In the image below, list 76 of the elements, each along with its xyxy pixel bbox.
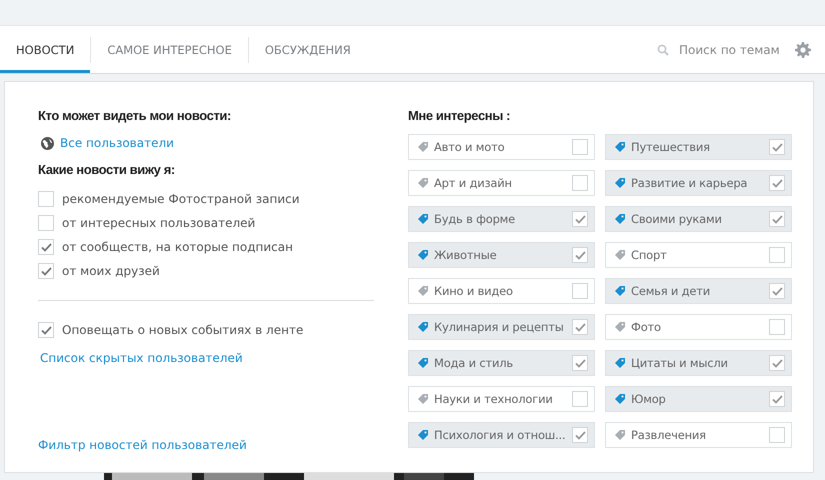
- tag-icon: [615, 430, 625, 440]
- filter-link[interactable]: Фильтр новостей пользователей: [38, 438, 247, 452]
- topic-toggle[interactable]: Развлечения: [605, 422, 792, 448]
- checkbox[interactable]: [769, 355, 785, 371]
- topic-toggle[interactable]: Арт и дизайн: [408, 170, 595, 196]
- globe-icon: [41, 136, 54, 150]
- checkbox[interactable]: [572, 211, 588, 227]
- tag-icon: [615, 286, 625, 296]
- topic-toggle[interactable]: Науки и технологии: [408, 386, 595, 412]
- checkbox-label: от сообществ, на которые подписан: [62, 240, 293, 254]
- checkbox[interactable]: [38, 239, 54, 255]
- visibility-link[interactable]: Все пользователи: [60, 136, 174, 150]
- topic-toggle[interactable]: Фото: [605, 314, 792, 340]
- checkbox[interactable]: [572, 283, 588, 299]
- tag-icon: [418, 178, 428, 188]
- tag-icon: [418, 394, 428, 404]
- checkbox[interactable]: [769, 319, 785, 335]
- tag-icon: [615, 142, 625, 152]
- checkbox[interactable]: [38, 263, 54, 279]
- checkbox[interactable]: [769, 175, 785, 191]
- topic-toggle[interactable]: Спорт: [605, 242, 792, 268]
- tag-icon: [615, 250, 625, 260]
- topic-toggle[interactable]: Своими руками: [605, 206, 792, 232]
- tag-icon: [615, 322, 625, 332]
- checkbox[interactable]: [38, 191, 54, 207]
- search-icon: [657, 44, 669, 56]
- checkbox[interactable]: [769, 283, 785, 299]
- checkbox[interactable]: [769, 139, 785, 155]
- checkbox-label: Оповещать о новых событиях в ленте: [62, 323, 304, 337]
- topic-toggle[interactable]: Путешествия: [605, 134, 792, 160]
- tag-icon: [418, 286, 428, 296]
- section-heading: Кто может видеть мои новости:: [38, 108, 232, 123]
- tab[interactable]: НОВОСТИ: [0, 26, 90, 73]
- topic-toggle[interactable]: Животные: [408, 242, 595, 268]
- tab[interactable]: САМОЕ ИНТЕРЕСНОЕ: [91, 26, 248, 73]
- tag-icon: [418, 214, 428, 224]
- tag-icon: [418, 322, 428, 332]
- tag-icon: [615, 178, 625, 188]
- tag-icon: [418, 142, 428, 152]
- checkbox[interactable]: [38, 322, 54, 338]
- checkbox-label: от интересных пользователей: [62, 216, 256, 230]
- tag-icon: [615, 394, 625, 404]
- tag-icon: [418, 430, 428, 440]
- checkbox[interactable]: [769, 427, 785, 443]
- section-heading: Какие новости вижу я:: [38, 162, 176, 177]
- tab[interactable]: ОБСУЖДЕНИЯ: [248, 26, 367, 73]
- checkbox[interactable]: [572, 391, 588, 407]
- hidden-users-link[interactable]: Список скрытых пользователей: [40, 351, 243, 365]
- checkbox[interactable]: [572, 427, 588, 443]
- topic-toggle[interactable]: Мода и стиль: [408, 350, 595, 376]
- checkbox[interactable]: [572, 355, 588, 371]
- checkbox[interactable]: [572, 247, 588, 263]
- topic-toggle[interactable]: Кулинария и рецепты: [408, 314, 595, 340]
- topic-toggle[interactable]: Цитаты и мысли: [605, 350, 792, 376]
- topic-toggle[interactable]: Психология и отнош...: [408, 422, 595, 448]
- checkbox[interactable]: [769, 391, 785, 407]
- checkbox[interactable]: [38, 215, 54, 231]
- topic-toggle[interactable]: Авто и мото: [408, 134, 595, 160]
- checkbox[interactable]: [572, 175, 588, 191]
- topic-toggle[interactable]: Будь в форме: [408, 206, 595, 232]
- tag-icon: [418, 250, 428, 260]
- tag-icon: [615, 358, 625, 368]
- tag-icon: [615, 214, 625, 224]
- topic-toggle[interactable]: Юмор: [605, 386, 792, 412]
- tag-icon: [418, 358, 428, 368]
- section-heading: Мне интересны :: [408, 108, 512, 123]
- checkbox[interactable]: [769, 211, 785, 227]
- checkbox[interactable]: [572, 139, 588, 155]
- checkbox-label: от моих друзей: [62, 264, 160, 278]
- checkbox[interactable]: [572, 319, 588, 335]
- checkbox[interactable]: [769, 247, 785, 263]
- topic-toggle[interactable]: Кино и видео: [408, 278, 595, 304]
- topic-toggle[interactable]: Развитие и карьера: [605, 170, 792, 196]
- checkbox-label: рекомендуемые Фотостраной записи: [62, 192, 300, 206]
- topic-toggle[interactable]: Семья и дети: [605, 278, 792, 304]
- settings-icon[interactable]: [795, 42, 811, 58]
